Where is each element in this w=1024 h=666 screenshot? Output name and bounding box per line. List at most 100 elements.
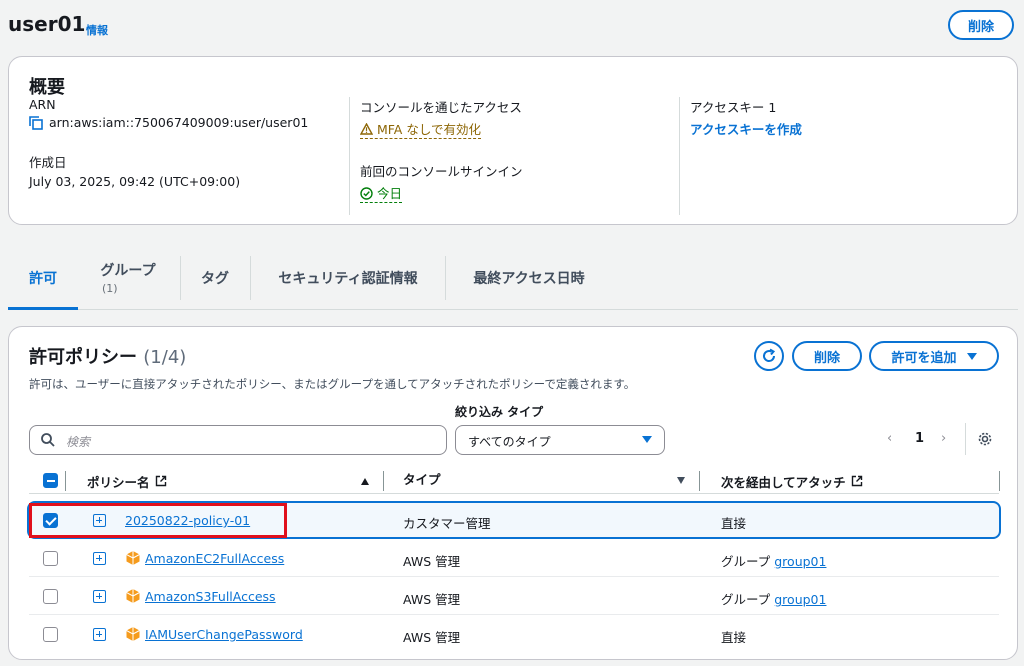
policy-type: AWS 管理 (403, 554, 461, 569)
arn-value: arn:aws:iam::750067409009:user/user01 (49, 115, 309, 130)
search-placeholder: 検索 (66, 435, 91, 449)
chevron-left-icon[interactable]: ‹ (887, 431, 892, 446)
summary-column-1: ARN arn:aws:iam::750067409009:user/user0… (29, 97, 347, 215)
arn-label: ARN (29, 97, 56, 112)
group-link[interactable]: group01 (774, 592, 826, 607)
policies-count: (1/4) (143, 347, 187, 368)
chevron-right-icon[interactable]: › (941, 431, 946, 446)
column-divider (65, 471, 66, 491)
column-divider (699, 471, 700, 491)
access-key-label: アクセスキー 1 (690, 100, 777, 115)
table-row[interactable]: IAMUserChangePassword AWS 管理 直接 (29, 617, 999, 653)
tab-divider (445, 256, 446, 300)
add-permissions-button[interactable]: 許可を追加 (869, 341, 999, 371)
aws-managed-icon (126, 589, 140, 603)
page-header: user01 情報 削除 (8, 8, 1020, 44)
column-header-label: 次を経由してアタッチ (721, 474, 846, 490)
remove-policy-button[interactable]: 削除 (792, 341, 862, 371)
pager-divider (965, 423, 966, 455)
last-signin-label: 前回のコンソールサインイン (360, 164, 523, 179)
external-link-icon (155, 475, 166, 487)
summary-column-3: アクセスキー 1 アクセスキーを作成 (679, 97, 999, 215)
delete-user-button[interactable]: 削除 (948, 10, 1014, 40)
type-filter-select[interactable]: すべてのタイプ (455, 425, 665, 455)
tab-bar: 許可 グループ (1) タグ セキュリティ認証情報 最終アクセス日時 (8, 248, 1018, 310)
page-title: user01 (8, 12, 86, 36)
policy-name-link[interactable]: AmazonEC2FullAccess (145, 551, 284, 566)
sort-down-icon[interactable] (677, 477, 685, 484)
summary-panel: 概要 ARN arn:aws:iam::750067409009:user/us… (8, 56, 1018, 225)
policies-description: 許可は、ユーザーに直接アタッチされたポリシー、またはグループを通してアタッチされ… (29, 377, 636, 391)
info-link[interactable]: 情報 (86, 22, 108, 38)
tab-permissions[interactable]: 許可 (8, 248, 78, 310)
console-access-status: MFA なしで有効化 (359, 119, 481, 139)
policy-name-link[interactable]: IAMUserChangePassword (145, 627, 303, 642)
attached-via: グループ group01 (721, 551, 826, 570)
policy-type: カスタマー管理 (403, 516, 491, 531)
last-signin-status: 今日 (360, 183, 402, 203)
warning-icon (359, 122, 374, 135)
console-access-label: コンソールを通じたアクセス (360, 100, 522, 115)
column-header-policy-name[interactable]: ポリシー名 (87, 469, 167, 493)
sort-up-icon[interactable] (361, 478, 369, 485)
highlight-annotation (29, 503, 287, 538)
last-signin-value: 今日 (376, 186, 402, 201)
settings-icon[interactable] (977, 431, 993, 451)
policies-title-text: 許可ポリシー (29, 347, 137, 368)
row-checkbox[interactable] (43, 551, 58, 566)
select-all-checkbox[interactable] (43, 473, 58, 488)
table-row[interactable]: AmazonS3FullAccess AWS 管理 グループ group01 (29, 579, 999, 615)
table-row[interactable]: AmazonEC2FullAccess AWS 管理 グループ group01 (29, 541, 999, 577)
check-circle-icon (360, 187, 373, 200)
attached-via-prefix: グループ (721, 592, 771, 607)
tab-divider (180, 256, 181, 300)
type-filter-value: すべてのタイプ (468, 435, 551, 449)
console-access-value: MFA なしで有効化 (376, 122, 481, 137)
column-divider (999, 471, 1000, 491)
attached-via: 直接 (721, 516, 747, 531)
column-divider (383, 471, 384, 491)
column-header-attached-via[interactable]: 次を経由してアタッチ (721, 469, 863, 493)
created-label: 作成日 (29, 155, 67, 170)
expand-icon[interactable] (93, 552, 106, 565)
policy-type: AWS 管理 (403, 592, 461, 607)
expand-icon[interactable] (93, 590, 106, 603)
refresh-button[interactable] (754, 341, 784, 371)
tab-label: 許可 (29, 271, 57, 287)
add-permissions-label: 許可を追加 (891, 350, 957, 366)
tab-label: 最終アクセス日時 (473, 271, 585, 287)
attached-via: グループ group01 (721, 589, 826, 608)
tab-tags[interactable]: タグ (188, 248, 242, 310)
external-link-icon (851, 475, 862, 487)
created-value: July 03, 2025, 09:42 (UTC+09:00) (29, 174, 241, 189)
policy-name-link[interactable]: AmazonS3FullAccess (145, 589, 276, 604)
attached-via-prefix: グループ (721, 554, 771, 569)
create-access-key-link[interactable]: アクセスキーを作成 (690, 119, 999, 138)
table-header-divider (29, 493, 999, 494)
page-number[interactable]: 1 (915, 431, 924, 446)
caret-down-icon (642, 436, 652, 443)
tab-count: (1) (102, 282, 118, 295)
column-header-type[interactable]: タイプ (403, 469, 441, 493)
tab-label: タグ (201, 271, 229, 287)
expand-icon[interactable] (93, 628, 106, 641)
summary-title: 概要 (29, 77, 65, 98)
permission-policies-panel: 許可ポリシー (1/4) 削除 許可を追加 許可は、ユーザーに直接アタッチされた… (8, 326, 1018, 660)
row-checkbox[interactable] (43, 627, 58, 642)
tab-security-credentials[interactable]: セキュリティ認証情報 (258, 248, 438, 310)
column-header-label: ポリシー名 (87, 474, 150, 490)
search-input[interactable]: 検索 (29, 425, 447, 455)
tab-label: グループ (100, 263, 156, 279)
copy-icon[interactable] (29, 115, 43, 130)
filter-type-label: 絞り込み タイプ (455, 405, 544, 419)
summary-column-2: コンソールを通じたアクセス MFA なしで有効化 前回のコンソールサインイン 今… (349, 97, 679, 215)
group-link[interactable]: group01 (774, 554, 826, 569)
attached-via: 直接 (721, 630, 747, 645)
tab-label: セキュリティ認証情報 (278, 271, 418, 287)
refresh-icon (763, 348, 776, 362)
policy-type: AWS 管理 (403, 630, 461, 645)
row-checkbox[interactable] (43, 589, 58, 604)
policies-title: 許可ポリシー (1/4) (29, 343, 186, 369)
tab-groups[interactable]: グループ (1) (90, 248, 166, 310)
tab-last-accessed[interactable]: 最終アクセス日時 (454, 248, 604, 310)
